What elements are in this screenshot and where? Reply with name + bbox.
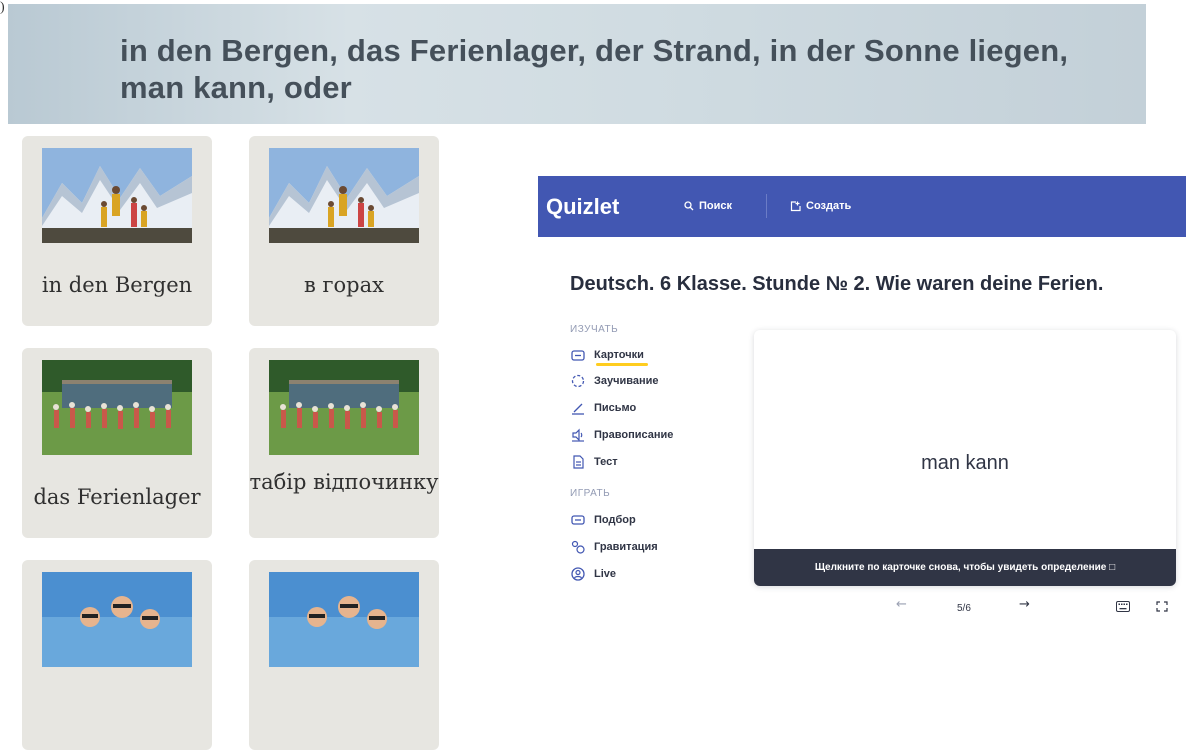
card-term: man kann — [921, 452, 1009, 474]
card-das-ferienlager[interactable]: das Ferienlager — [22, 348, 212, 538]
flip-hint-text: Щелкните по карточке снова, чтобы увидет… — [814, 562, 1107, 573]
live-icon — [571, 567, 585, 581]
page-fragment: ) — [0, 0, 5, 15]
card-counter: 5/6 — [957, 603, 971, 614]
quizlet-logo[interactable]: Quizlet — [546, 194, 619, 220]
search-icon — [684, 201, 694, 211]
mode-flashcards[interactable]: Карточки — [570, 347, 644, 363]
mode-spell[interactable]: Правописание — [570, 427, 673, 443]
fullscreen-icon[interactable] — [1156, 601, 1168, 612]
mode-match[interactable]: Подбор — [570, 512, 636, 528]
banner-line-1: in den Bergen, das Ferienlager, der Stra… — [120, 33, 1069, 68]
pen-icon — [572, 403, 584, 415]
mountain-hikers-image — [42, 148, 192, 243]
nav-divider — [766, 194, 767, 218]
quizlet-header: Quizlet Поиск Создать — [538, 176, 1186, 237]
card-in-den-bergen[interactable]: in den Bergen — [22, 136, 212, 326]
next-arrow-icon[interactable]: → — [1019, 597, 1030, 612]
mode-live[interactable]: Live — [570, 566, 616, 582]
card-v-gorah[interactable]: в горах — [249, 136, 439, 326]
match-icon — [571, 515, 585, 525]
gravity-icon — [571, 540, 585, 554]
mountain-hikers-image — [269, 148, 419, 243]
beach-kids-image — [42, 572, 192, 667]
mode-label: Live — [594, 568, 617, 580]
banner-line-2: man kann, oder — [120, 70, 352, 105]
summer-camp-image — [269, 360, 419, 455]
card-label: в горах — [304, 273, 384, 297]
mode-label: Подбор — [594, 514, 636, 526]
mode-label: Гравитация — [594, 541, 658, 553]
flip-hint: Щелкните по карточке снова, чтобы увидет… — [754, 549, 1176, 586]
card-beach[interactable] — [22, 560, 212, 750]
create-nav[interactable]: Создать — [790, 200, 851, 212]
beach-kids-image — [269, 572, 419, 667]
learn-icon — [571, 374, 585, 388]
card-beach-translation[interactable] — [249, 560, 439, 750]
mode-label: Заучивание — [594, 375, 659, 387]
summer-camp-image — [42, 360, 192, 455]
search-nav[interactable]: Поиск — [684, 200, 732, 212]
document-icon — [573, 455, 584, 469]
flashcard-grid: in den Bergen в горах das Ferienlager та… — [8, 124, 448, 750]
search-label: Поиск — [699, 200, 733, 212]
banner-text: in den Bergen, das Ferienlager, der Stra… — [120, 32, 1130, 106]
keyboard-icon[interactable] — [1116, 601, 1130, 612]
set-title: Deutsch. 6 Klasse. Stunde № 2. Wie waren… — [570, 273, 1104, 295]
study-heading: ИЗУЧАТЬ — [570, 324, 619, 335]
active-mode-indicator — [596, 363, 648, 366]
mode-label: Тест — [594, 456, 618, 468]
create-label: Создать — [806, 200, 852, 212]
hint-icon: □ — [1109, 562, 1116, 573]
mode-label: Правописание — [594, 429, 674, 441]
mode-test[interactable]: Тест — [570, 454, 618, 470]
prev-arrow-icon[interactable]: ← — [896, 597, 907, 612]
speaker-icon — [572, 428, 584, 442]
mode-label: Письмо — [594, 402, 637, 414]
mode-learn[interactable]: Заучивание — [570, 373, 659, 389]
card-tabir-vidpochynku[interactable]: табір відпочинку — [249, 348, 439, 538]
mode-gravity[interactable]: Гравитация — [570, 539, 658, 555]
card-label: das Ferienlager — [33, 485, 201, 509]
flashcard[interactable]: man kann Щелкните по карточке снова, что… — [754, 330, 1176, 586]
card-label: in den Bergen — [41, 273, 193, 297]
play-heading: ИГРАТЬ — [570, 488, 611, 499]
mode-write[interactable]: Письмо — [570, 400, 636, 416]
flashcards-icon — [571, 350, 585, 361]
mode-label: Карточки — [594, 349, 644, 361]
scanned-task-banner: in den Bergen, das Ferienlager, der Stra… — [8, 4, 1146, 124]
card-label: табір відпочинку — [249, 470, 439, 494]
create-icon — [790, 200, 801, 211]
